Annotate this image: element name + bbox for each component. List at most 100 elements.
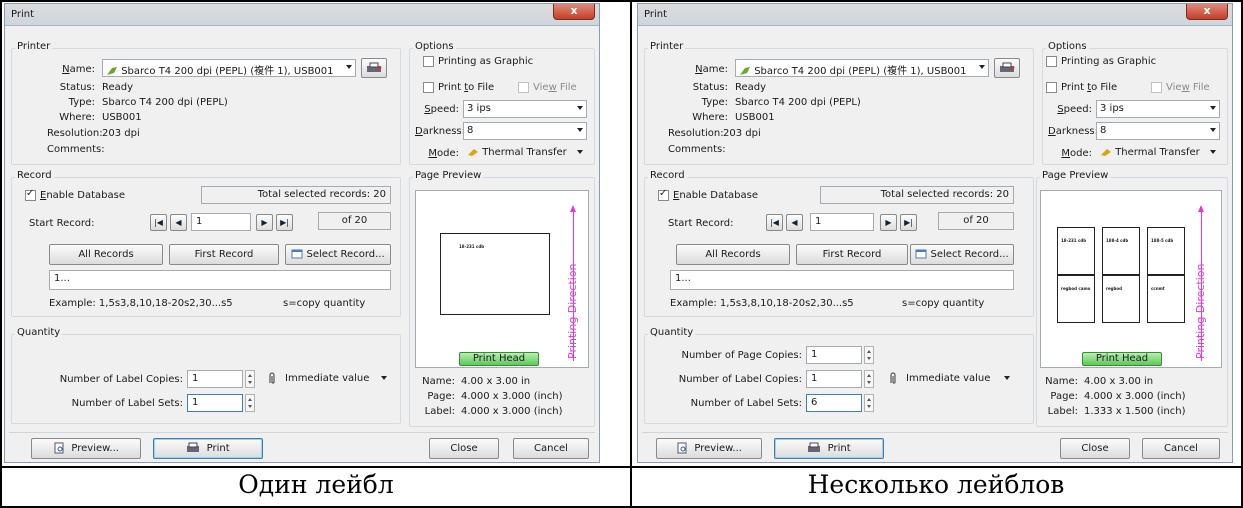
print-to-file-checkbox[interactable] [1046,82,1057,93]
label-copies-spinner[interactable] [864,370,874,388]
preview-cell-text: 188-5 cdb [1151,238,1174,243]
mode-value: Thermal Transfer [482,147,567,158]
preview-name-label: Name: [422,376,455,387]
start-record-input[interactable]: 1 [191,213,251,231]
immediate-value: Immediate value [906,373,991,384]
start-record-label: Start Record: [668,218,734,229]
label-copies-input[interactable]: 1 [806,370,862,388]
label-sets-spinner[interactable] [245,394,255,412]
preview-page-icon [54,442,64,454]
printer-leaf-icon [107,67,117,75]
start-record-input[interactable]: 1 [810,213,874,231]
prev-record-nav-button[interactable]: ◀ [786,214,803,231]
label-sets-spinner[interactable] [864,394,874,412]
select-record-button[interactable]: Select Record... [910,244,1014,265]
preview-button[interactable]: Preview... [31,438,141,459]
record-range-input[interactable]: 1... [49,270,391,290]
printer-name-label: Name: [695,64,728,75]
first-record-button[interactable]: First Record [169,244,279,265]
status-value: Ready [735,82,767,93]
mode-select[interactable]: Thermal Transfer [463,144,587,162]
label-sets-input[interactable]: 6 [806,394,862,412]
next-record-nav-button[interactable]: ▶ [880,214,897,231]
preview-page-label: Page: [1050,391,1078,402]
label-copies-spinner[interactable] [245,370,255,388]
preview-name-label: Name: [1045,376,1078,387]
copies-source-select[interactable]: Immediate value [902,370,1014,388]
darkness-select[interactable]: 8 [1096,122,1220,140]
record-count-field: of 20 [318,212,391,230]
printer-properties-button[interactable] [361,58,387,78]
view-file-checkbox[interactable] [518,82,529,93]
all-records-button[interactable]: All Records [49,244,163,265]
print-to-file-checkbox[interactable] [423,82,434,93]
enable-database-checkbox[interactable] [25,188,36,201]
record-group-label: Record [648,170,687,181]
printing-direction-label: Printing Direction [566,263,579,359]
label-copies-label: Number of Label Copies: [678,374,802,385]
label-sets-label: Number of Label Sets: [690,398,802,409]
label-sets-label: Number of Label Sets: [71,398,183,409]
record-group-label: Record [15,170,54,181]
comments-label: Comments: [47,144,105,155]
preview-label-4: regbod camo [1057,275,1095,323]
status-label: Status: [59,82,95,93]
quantity-group-label: Quantity [648,327,696,338]
next-record-nav-button[interactable]: ▶ [256,214,273,231]
label-copies-label: Number of Label Copies: [59,374,183,385]
print-head-bar: Print Head [1082,352,1162,366]
preview-label-5: regbod [1102,275,1140,323]
resolution-value: 203 dpi [723,128,761,139]
label-copies-input[interactable]: 1 [187,370,243,388]
print-button[interactable]: Print [153,438,263,459]
label-sets-input[interactable]: 1 [187,394,243,412]
chevron-down-icon [1004,376,1010,380]
printer-name-select[interactable]: Sbarco T4 200 dpi (PEPL) (複件 1), USB001 [735,59,989,77]
chevron-down-icon [1210,128,1216,132]
select-record-button[interactable]: Select Record... [285,244,391,265]
record-range-input[interactable]: 1... [670,270,1014,290]
first-record-button[interactable]: First Record [796,244,908,265]
page-copies-input[interactable]: 1 [806,346,862,364]
last-record-nav-button[interactable]: ▶| [276,214,293,231]
cancel-button[interactable]: Cancel [513,438,589,459]
select-record-label: Select Record... [930,249,1009,260]
view-file-label: View File [533,82,577,93]
printer-properties-button[interactable] [994,58,1020,78]
prev-record-nav-button[interactable]: ◀ [170,214,187,231]
cancel-button[interactable]: Cancel [1142,438,1220,459]
mode-select[interactable]: Thermal Transfer [1096,144,1220,162]
printer-name-select[interactable]: Sbarco T4 200 dpi (PEPL) (複件 1), USB001 [102,59,356,77]
resolution-label: Resolution: [668,128,724,139]
copies-source-select[interactable]: Immediate value [281,370,391,388]
preview-button-label: Preview... [694,443,742,454]
last-record-nav-button[interactable]: ▶| [900,214,917,231]
all-records-button[interactable]: All Records [676,244,790,265]
printing-as-graphic-checkbox[interactable] [423,56,434,67]
enable-database-checkbox[interactable] [658,188,669,201]
print-button[interactable]: Print [774,438,884,459]
close-window-button[interactable]: x [1186,4,1228,20]
options-group-label: Options [413,41,456,52]
close-button[interactable]: Close [1060,438,1130,459]
preview-button[interactable]: Preview... [656,438,762,459]
comments-label: Comments: [668,144,726,155]
preview-label-text: 18-231 cdb [459,244,485,249]
page-copies-spinner[interactable] [864,346,874,364]
darkness-select[interactable]: 8 [463,122,587,140]
speed-select[interactable]: 3 ips [463,100,587,118]
close-window-button[interactable]: x [553,4,595,20]
preview-cell-text: 188-4 cdb [1106,238,1129,243]
speed-select[interactable]: 3 ips [1096,100,1220,118]
first-record-nav-button[interactable]: |◀ [766,214,783,231]
options-group-label: Options [1046,41,1089,52]
printing-as-graphic-checkbox[interactable] [1046,56,1057,67]
view-file-checkbox[interactable] [1151,82,1162,93]
immediate-value: Immediate value [285,373,370,384]
first-record-nav-button[interactable]: |◀ [150,214,167,231]
darkness-label: Darkness: [415,126,466,137]
chevron-down-icon [979,65,985,69]
start-record-label: Start Record: [29,218,95,229]
speed-value: 3 ips [467,103,491,114]
close-button[interactable]: Close [429,438,499,459]
